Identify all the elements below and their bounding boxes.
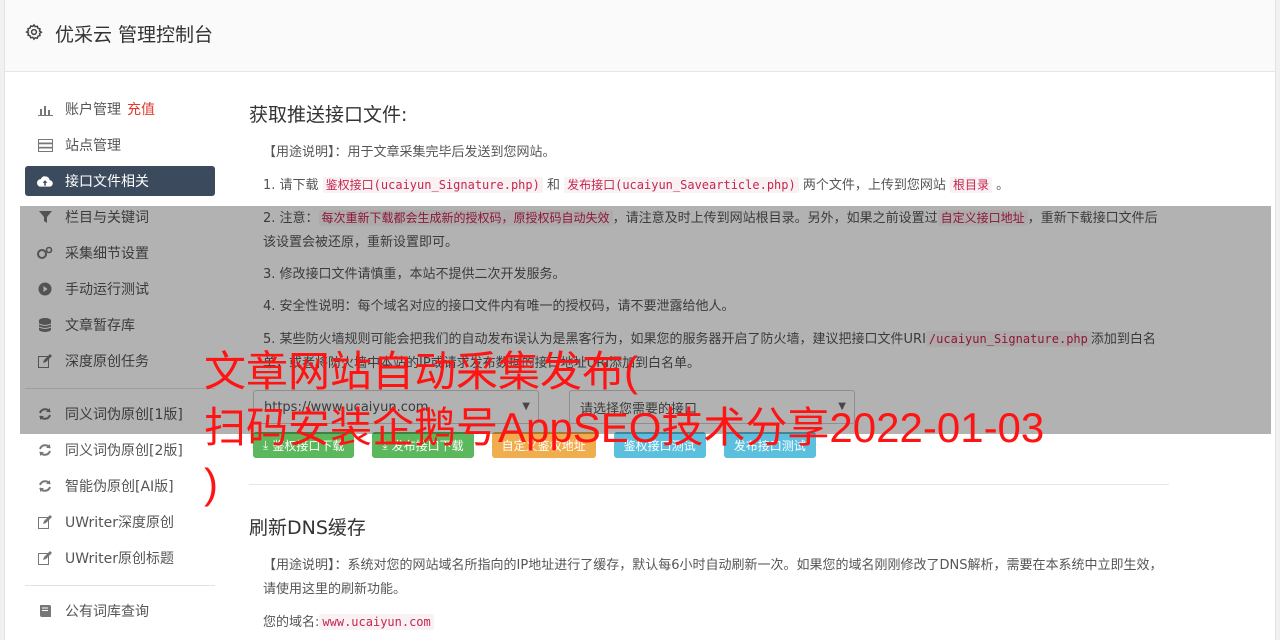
refresh-icon [37,442,53,458]
sidebar-item-synonym-v2[interactable]: 同义词伪原创[2版] [25,435,215,465]
usage-note: 【用途说明】：用于文章采集完毕后发送到您网站。 [249,141,1169,165]
sidebar-item-label: 智能伪原创[AI版] [65,479,174,495]
section-title-dns: 刷新DNS缓存 [249,517,366,539]
sidebar-item-label: 公有词库查询 [65,604,149,620]
bar-chart-icon [37,101,53,117]
sidebar-item-label: 站点管理 [65,138,121,154]
usage-text: ：系统对您的网站域名所指向的IP地址进行了缓存，默认每6小时自动刷新一次。如果您… [263,558,1163,597]
gear-icon [25,23,43,41]
sidebar-item-uwriter-title[interactable]: UWriter原创标题 [25,543,215,573]
sidebar-item-label: 账户管理 [65,102,121,118]
section-title-interface-files: 获取推送接口文件: [249,104,408,126]
sidebar-item-ai-rewrite[interactable]: 智能伪原创[AI版] [25,471,215,501]
domain-label: 您的域名: [263,615,320,630]
refresh-icon [37,478,53,494]
edit-icon [37,514,53,530]
usage-label: 【用途说明】 [263,145,335,160]
text: 。 [992,178,1010,193]
domain-value: www.ucaiyun.com [319,614,434,630]
auth-interface-code: 鉴权接口(ucaiyun_Signature.php) [322,177,543,193]
edit-icon [37,550,53,566]
usage-text: ：用于文章采集完毕后发送到您网站。 [334,145,556,160]
sidebar-item-label: UWriter深度原创 [65,515,174,531]
sidebar-item-label: 同义词伪原创[2版] [65,443,183,459]
top-bar: 优采云 管理控制台 [5,0,1275,72]
server-icon [37,137,53,153]
dns-usage-note: 【用途说明】：系统对您的网站域名所指向的IP地址进行了缓存，默认每6小时自动刷新… [249,554,1169,602]
sidebar-item-uwriter-deep[interactable]: UWriter深度原创 [25,507,215,537]
sidebar-item-label: 接口文件相关 [65,174,149,190]
overlay-caption: 文章网站自动采集发布( 扫码安装企鹅号AppSEO技术分享2022-01-03 … [204,344,1204,512]
console-frame: 优采云 管理控制台 账户管理 充值 站点管理 接口文件相关 栏目与关键词 采集细… [4,0,1276,640]
book-icon [37,603,53,619]
overlay-line: 文章网站自动采集发布( [204,348,638,395]
sidebar-item-public-lexicon[interactable]: 公有词库查询 [25,596,215,626]
root-dir-code: 根目录 [950,177,993,193]
sidebar-item-sites[interactable]: 站点管理 [25,130,215,160]
usage-label: 【用途说明】 [263,558,335,573]
text: 和 [542,178,565,193]
text: 1. 请下载 [263,178,323,193]
sidebar-item-label: UWriter原创标题 [65,551,174,567]
overlay-line: ) [204,460,218,507]
cloud-upload-icon [37,173,53,189]
domain-row: 您的域名: www.ucaiyun.com [249,610,1169,635]
sidebar-divider [25,585,215,586]
text: 两个文件，上传到您网站 [798,178,950,193]
step-1: 1. 请下载 鉴权接口(ucaiyun_Signature.php) 和 发布接… [249,173,1169,198]
sidebar-item-interface-files[interactable]: 接口文件相关 [25,166,215,196]
app-title: 优采云 管理控制台 [55,24,214,46]
overlay-line: 扫码安装企鹅号AppSEO技术分享2022-01-03 [204,404,1045,451]
sidebar-item-account[interactable]: 账户管理 充值 [25,94,215,124]
publish-interface-code: 发布接口(ucaiyun_Savearticle.php) [564,177,799,193]
recharge-link[interactable]: 充值 [127,99,155,119]
